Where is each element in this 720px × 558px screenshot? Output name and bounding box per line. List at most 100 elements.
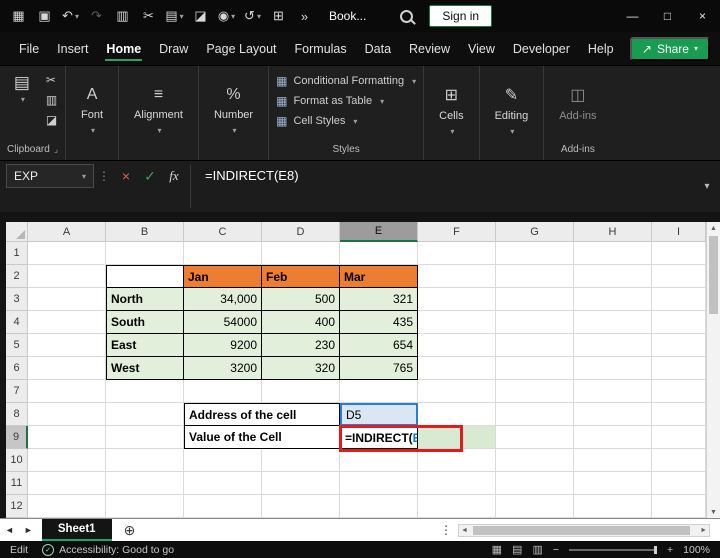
cell-h8[interactable] [574, 403, 652, 426]
sheet-tab-sheet1[interactable]: Sheet1 [42, 519, 112, 541]
cell-i8[interactable] [652, 403, 706, 426]
cell-d7[interactable] [262, 380, 340, 403]
cell-f8[interactable] [418, 403, 496, 426]
sheet-nav-right-icon[interactable]: ► [19, 525, 38, 535]
cell-a7[interactable] [28, 380, 106, 403]
column-header-b[interactable]: B [106, 222, 184, 242]
vertical-scroll-track[interactable] [707, 234, 720, 506]
cells-menu-button[interactable]: ⊞ Cells ▾ [431, 71, 471, 158]
zoom-slider-thumb[interactable] [654, 546, 657, 554]
cell-h10[interactable] [574, 449, 652, 472]
row-header-8[interactable]: 8 [6, 403, 28, 426]
share-button[interactable]: ↗ Share ▾ [630, 37, 710, 61]
cell-a5[interactable] [28, 334, 106, 357]
paste-button[interactable]: ▤ ▾ [8, 71, 36, 106]
cell-e12[interactable] [340, 495, 418, 518]
cell-a12[interactable] [28, 495, 106, 518]
cell-h3[interactable] [574, 288, 652, 311]
select-all-button[interactable] [6, 222, 28, 242]
cell-g3[interactable] [496, 288, 574, 311]
cell-f11[interactable] [418, 472, 496, 495]
scroll-right-icon[interactable]: ► [698, 527, 709, 534]
status-mode[interactable]: Edit [10, 544, 28, 556]
column-header-d[interactable]: D [262, 222, 340, 242]
enter-button[interactable]: ✓ [138, 164, 162, 188]
accessibility-status[interactable]: ✓ Accessibility: Good to go [42, 544, 174, 556]
overflow-icon[interactable]: » [292, 4, 317, 28]
cell-f10[interactable] [418, 449, 496, 472]
cell-a8[interactable] [28, 403, 106, 426]
cell-f4[interactable] [418, 311, 496, 334]
close-icon[interactable]: × [685, 0, 720, 32]
cell-styles-button[interactable]: ▦Cell Styles▾ [276, 114, 357, 128]
cell-f7[interactable] [418, 380, 496, 403]
sheet-nav-left-icon[interactable]: ◄ [0, 525, 19, 535]
tab-help[interactable]: Help [579, 34, 623, 64]
column-header-h[interactable]: H [574, 222, 652, 242]
row-header-10[interactable]: 10 [6, 449, 28, 472]
horizontal-scrollbar[interactable]: ◄ ► [458, 524, 710, 537]
cell-e6[interactable]: 765 [340, 357, 418, 380]
fill-color-icon[interactable]: ◉▾ [214, 4, 239, 28]
cell-d2[interactable]: Feb [262, 265, 340, 288]
cell-i1[interactable] [652, 242, 706, 265]
cell-c10[interactable] [184, 449, 262, 472]
cell-a2[interactable] [28, 265, 106, 288]
cell-b8[interactable] [106, 403, 184, 426]
tab-overflow-icon[interactable]: ⋮ [434, 523, 458, 537]
editing-menu-button[interactable]: ✎ Editing ▾ [487, 71, 537, 158]
cell-b4[interactable]: South [106, 311, 184, 334]
cell-g4[interactable] [496, 311, 574, 334]
row-header-9[interactable]: 9 [6, 426, 28, 449]
cell-c12[interactable] [184, 495, 262, 518]
cell-i6[interactable] [652, 357, 706, 380]
cell-d5[interactable]: 230 [262, 334, 340, 357]
collapse-formula-bar-icon[interactable]: ▾ [694, 161, 720, 212]
vertical-scrollbar[interactable]: ▲ ▼ [706, 222, 720, 518]
normal-view-icon[interactable]: ▦ [492, 543, 502, 556]
tab-developer[interactable]: Developer [504, 34, 579, 64]
cell-b3[interactable]: North [106, 288, 184, 311]
tab-formulas[interactable]: Formulas [286, 34, 356, 64]
cell-g8[interactable] [496, 403, 574, 426]
clipboard-dialog-launcher-icon[interactable]: ⌟ [54, 144, 58, 155]
cell-b1[interactable] [106, 242, 184, 265]
zoom-out-button[interactable]: − [553, 544, 559, 556]
cell-d10[interactable] [262, 449, 340, 472]
cell-e9[interactable]: =INDIRECT(E8) [340, 426, 418, 449]
tab-draw[interactable]: Draw [150, 34, 197, 64]
page-break-view-icon[interactable]: ▥ [532, 543, 542, 556]
name-box[interactable]: EXP ▾ [6, 164, 94, 188]
cut-button[interactable]: ✂ [46, 73, 57, 87]
row-header-5[interactable]: 5 [6, 334, 28, 357]
cell-e5[interactable]: 654 [340, 334, 418, 357]
font-menu-button[interactable]: A Font ▾ [73, 71, 111, 158]
column-header-a[interactable]: A [28, 222, 106, 242]
horizontal-scroll-thumb[interactable] [473, 526, 690, 535]
maximize-icon[interactable]: □ [650, 0, 685, 32]
conditional-formatting-button[interactable]: ▦Conditional Formatting▾ [276, 74, 416, 88]
cell-a9[interactable] [28, 426, 106, 449]
cell-f6[interactable] [418, 357, 496, 380]
format-as-table-button[interactable]: ▦Format as Table▾ [276, 94, 384, 108]
cut-icon[interactable]: ✂ [136, 4, 161, 28]
cell-h12[interactable] [574, 495, 652, 518]
cell-h1[interactable] [574, 242, 652, 265]
addins-button[interactable]: ◫ Add-ins [551, 71, 604, 144]
cell-c3[interactable]: 34,000 [184, 288, 262, 311]
zoom-slider[interactable] [569, 549, 657, 551]
number-menu-button[interactable]: % Number ▾ [206, 71, 261, 158]
copy-button[interactable]: ▥ [46, 93, 57, 107]
tab-view[interactable]: View [459, 34, 504, 64]
tab-data[interactable]: Data [356, 34, 400, 64]
cell-i2[interactable] [652, 265, 706, 288]
cell-h5[interactable] [574, 334, 652, 357]
format-painter-button[interactable]: ◪ [46, 113, 57, 127]
cell-i4[interactable] [652, 311, 706, 334]
cell-b5[interactable]: East [106, 334, 184, 357]
cell-f1[interactable] [418, 242, 496, 265]
cell-b6[interactable]: West [106, 357, 184, 380]
cell-g9[interactable] [496, 426, 574, 449]
cell-e3[interactable]: 321 [340, 288, 418, 311]
cell-c11[interactable] [184, 472, 262, 495]
